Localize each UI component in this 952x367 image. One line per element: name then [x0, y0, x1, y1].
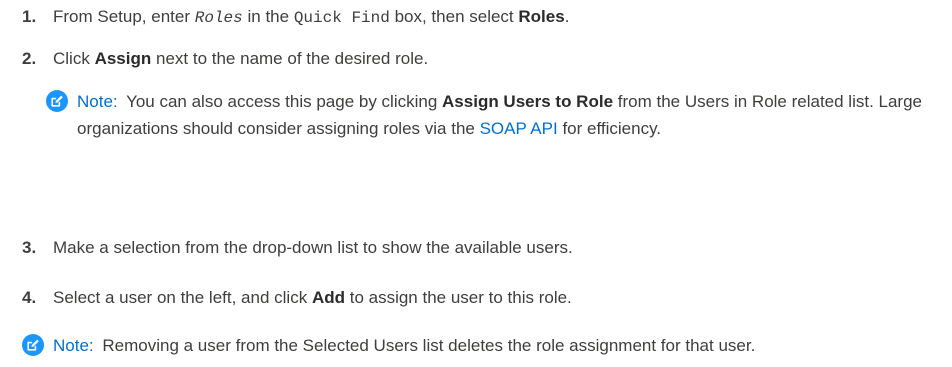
edit-note-icon — [46, 90, 68, 112]
code-roles: Roles — [194, 9, 243, 27]
step-4: 4. Select a user on the left, and click A… — [22, 284, 947, 311]
step-text: box, then select — [394, 7, 514, 26]
edit-note-icon — [22, 334, 44, 356]
step-1: 1. From Setup, enter Roles in the Quick F… — [22, 3, 947, 32]
ui-term-add: Add — [311, 288, 345, 307]
step-number: 1. — [22, 7, 37, 26]
step-number: 2. — [22, 49, 37, 68]
note-text: Note: Removing a user from the Selected … — [53, 332, 950, 359]
code-quick-find: Quick Find — [293, 9, 390, 27]
step-text: From Setup, enter — [53, 7, 191, 26]
note-removing-user: Note: Removing a user from the Selected … — [22, 332, 950, 362]
note-label: Note: — [77, 92, 118, 111]
note-label: Note: — [53, 336, 94, 355]
step-text: . — [564, 7, 570, 26]
step-text: Select a user on the left, and click — [53, 288, 308, 307]
note-body: for efficiency. — [562, 119, 662, 138]
step-text: in the — [247, 7, 290, 26]
step-text: to assign the user to this role. — [349, 288, 572, 307]
note-text: Note: You can also access this page by c… — [77, 88, 951, 142]
step-number: 3. — [22, 238, 37, 257]
step-2: 2. Click Assign next to the name of the d… — [22, 45, 947, 72]
step-3: 3. Make a selection from the drop-down li… — [22, 234, 947, 261]
step-number: 4. — [22, 288, 37, 307]
step-text: next to the name of the desired role. — [156, 49, 429, 68]
step-text: Click — [53, 49, 90, 68]
ui-term-roles: Roles — [518, 7, 565, 26]
note-assign-users: Note: You can also access this page by c… — [46, 88, 951, 178]
step-text: Make a selection from the drop-down list… — [53, 238, 573, 257]
soap-api-link[interactable]: SOAP API — [480, 119, 558, 138]
ui-term-assign: Assign — [94, 49, 152, 68]
note-body: Removing a user from the Selected Users … — [102, 336, 756, 355]
note-body: You can also access this page by clickin… — [126, 92, 438, 111]
ui-term-assign-users-to-role: Assign Users to Role — [442, 92, 614, 111]
